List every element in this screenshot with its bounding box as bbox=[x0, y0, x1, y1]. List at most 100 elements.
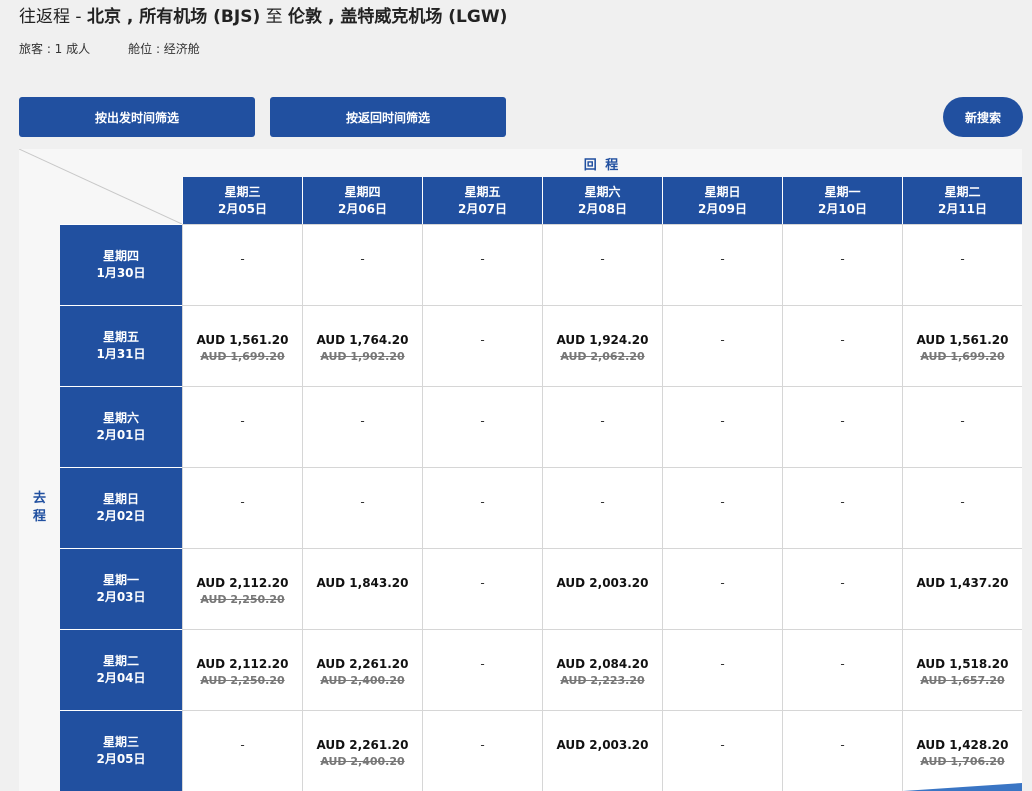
fare-cell: - bbox=[422, 467, 542, 548]
no-fare-dash: - bbox=[840, 657, 845, 671]
no-fare-dash: - bbox=[720, 657, 725, 671]
fare-cell: - bbox=[542, 224, 662, 305]
fare-cell: - bbox=[782, 224, 902, 305]
row-weekday: 星期日 bbox=[102, 492, 139, 506]
no-fare-dash: - bbox=[240, 252, 245, 266]
column-weekday: 星期一 bbox=[824, 184, 861, 199]
fare-cell[interactable]: AUD 1,437.20 bbox=[902, 548, 1022, 629]
column-weekday: 星期五 bbox=[464, 184, 501, 199]
return-date-column-header[interactable]: 星期三 2月05日 bbox=[182, 177, 302, 224]
fare-cell: - bbox=[662, 548, 782, 629]
no-fare-dash: - bbox=[960, 495, 965, 509]
column-date: 2月08日 bbox=[577, 201, 628, 216]
return-date-column-header[interactable]: 星期二 2月11日 bbox=[902, 177, 1022, 224]
departure-date-row-header[interactable]: 星期六 2月01日 bbox=[60, 386, 182, 467]
return-date-column-header[interactable]: 星期日 2月09日 bbox=[662, 177, 782, 224]
no-fare-dash: - bbox=[840, 576, 845, 590]
departure-date-row-header[interactable]: 星期三 2月05日 bbox=[60, 710, 182, 791]
trip-meta: 旅客 : 1 成人 舱位 : 经济舱 bbox=[19, 40, 200, 57]
fare-cell: - bbox=[782, 467, 902, 548]
return-axis-label: 回 程 bbox=[583, 157, 621, 173]
fare-cell: - bbox=[182, 386, 302, 467]
fare-cell[interactable]: AUD 2,112.20 AUD 2,250.20 bbox=[182, 548, 302, 629]
no-fare-dash: - bbox=[720, 495, 725, 509]
fare-cell[interactable]: AUD 2,084.20 AUD 2,223.20 bbox=[542, 629, 662, 710]
fare-cell[interactable]: AUD 2,112.20 AUD 2,250.20 bbox=[182, 629, 302, 710]
trip-title: 往返程 - 北京 , 所有机场 (BJS) 至 伦敦 , 盖特威克机场 (LGW… bbox=[19, 6, 507, 28]
no-fare-dash: - bbox=[480, 252, 485, 266]
fare-cell: - bbox=[902, 224, 1022, 305]
column-weekday: 星期四 bbox=[344, 184, 381, 199]
return-date-column-header[interactable]: 星期五 2月07日 bbox=[422, 177, 542, 224]
fare-price: AUD 1,924.20 bbox=[556, 333, 649, 347]
filter-by-departure-time-button[interactable]: 按出发时间筛选 bbox=[19, 97, 255, 137]
column-date: 2月11日 bbox=[937, 201, 988, 216]
departure-date-row-header[interactable]: 星期五 1月31日 bbox=[60, 305, 182, 386]
original-fare-price: AUD 1,902.20 bbox=[320, 350, 405, 363]
row-date: 1月31日 bbox=[96, 347, 146, 361]
fare-cell[interactable]: AUD 1,843.20 bbox=[302, 548, 422, 629]
no-fare-dash: - bbox=[240, 738, 245, 752]
fare-cell[interactable]: AUD 2,261.20 AUD 2,400.20 bbox=[302, 629, 422, 710]
fare-cell: - bbox=[662, 629, 782, 710]
no-fare-dash: - bbox=[840, 738, 845, 752]
fare-cell[interactable]: AUD 2,003.20 bbox=[542, 710, 662, 791]
original-fare-price: AUD 2,400.20 bbox=[320, 674, 405, 687]
fare-cell[interactable]: AUD 1,764.20 AUD 1,902.20 bbox=[302, 305, 422, 386]
route-connector: 至 bbox=[260, 7, 289, 27]
fare-price: AUD 1,428.20 bbox=[916, 738, 1009, 752]
no-fare-dash: - bbox=[360, 252, 365, 266]
fare-cell[interactable]: AUD 1,518.20 AUD 1,657.20 bbox=[902, 629, 1022, 710]
fare-cell-selected[interactable]: AUD 1,428.20 AUD 1,706.20 bbox=[902, 710, 1022, 791]
departure-date-row-header[interactable]: 星期日 2月02日 bbox=[60, 467, 182, 548]
row-date: 2月02日 bbox=[96, 509, 146, 523]
fare-cell: - bbox=[662, 305, 782, 386]
original-fare-price: AUD 2,250.20 bbox=[200, 674, 285, 687]
fare-cell: - bbox=[902, 467, 1022, 548]
fare-price: AUD 2,003.20 bbox=[556, 576, 649, 590]
origin-city: 北京 , 所有机场 (BJS) bbox=[86, 7, 261, 27]
row-weekday: 星期六 bbox=[102, 411, 139, 425]
filter-by-return-time-button[interactable]: 按返回时间筛选 bbox=[270, 97, 506, 137]
no-fare-dash: - bbox=[240, 414, 245, 428]
fare-cell: - bbox=[782, 386, 902, 467]
departure-date-row-header[interactable]: 星期二 2月04日 bbox=[60, 629, 182, 710]
return-date-column-header[interactable]: 星期四 2月06日 bbox=[302, 177, 422, 224]
departure-date-row-header[interactable]: 星期一 2月03日 bbox=[60, 548, 182, 629]
no-fare-dash: - bbox=[720, 738, 725, 752]
fare-cell: - bbox=[662, 224, 782, 305]
passenger-count: 旅客 : 1 成人 bbox=[19, 42, 91, 56]
row-weekday: 星期三 bbox=[102, 735, 139, 749]
no-fare-dash: - bbox=[600, 414, 605, 428]
fare-cell[interactable]: AUD 1,561.20 AUD 1,699.20 bbox=[902, 305, 1022, 386]
fare-cell: - bbox=[542, 467, 662, 548]
column-date: 2月06日 bbox=[337, 201, 388, 216]
fare-cell[interactable]: AUD 2,003.20 bbox=[542, 548, 662, 629]
row-weekday: 星期二 bbox=[102, 654, 139, 668]
column-weekday: 星期二 bbox=[944, 184, 981, 199]
no-fare-dash: - bbox=[720, 414, 725, 428]
fare-cell: - bbox=[662, 467, 782, 548]
column-weekday: 星期六 bbox=[584, 184, 621, 199]
fare-cell[interactable]: AUD 1,924.20 AUD 2,062.20 bbox=[542, 305, 662, 386]
fare-cell: - bbox=[302, 386, 422, 467]
no-fare-dash: - bbox=[480, 576, 485, 590]
fare-price: AUD 1,561.20 bbox=[916, 333, 1009, 347]
new-search-button[interactable]: 新搜索 bbox=[943, 97, 1023, 137]
fare-cell: - bbox=[782, 548, 902, 629]
no-fare-dash: - bbox=[960, 414, 965, 428]
row-date: 2月03日 bbox=[96, 590, 146, 604]
no-fare-dash: - bbox=[360, 414, 365, 428]
return-date-column-header[interactable]: 星期一 2月10日 bbox=[782, 177, 902, 224]
departure-axis-label-char: 去 bbox=[32, 490, 46, 506]
return-date-column-header[interactable]: 星期六 2月08日 bbox=[542, 177, 662, 224]
no-fare-dash: - bbox=[840, 495, 845, 509]
fare-cell[interactable]: AUD 1,561.20 AUD 1,699.20 bbox=[182, 305, 302, 386]
original-fare-price: AUD 1,657.20 bbox=[920, 674, 1005, 687]
fare-cell: - bbox=[422, 548, 542, 629]
fare-cell: - bbox=[782, 710, 902, 791]
departure-date-row-header[interactable]: 星期四 1月30日 bbox=[60, 224, 182, 305]
fare-cell: - bbox=[302, 467, 422, 548]
page-header: 往返程 - 北京 , 所有机场 (BJS) 至 伦敦 , 盖特威克机场 (LGW… bbox=[19, 6, 507, 28]
fare-cell[interactable]: AUD 2,261.20 AUD 2,400.20 bbox=[302, 710, 422, 791]
